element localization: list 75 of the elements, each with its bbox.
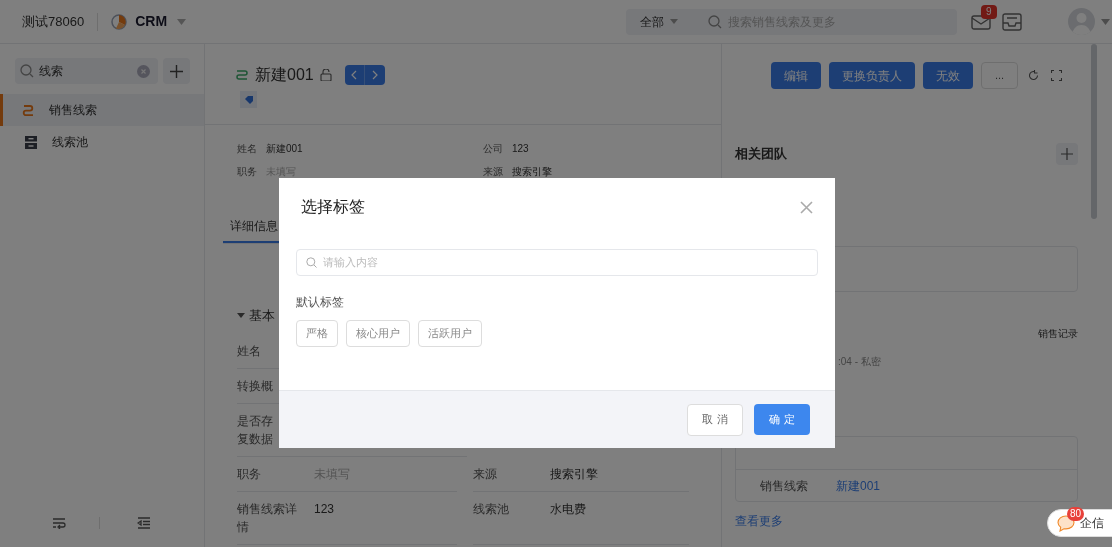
- notification-badge: 9: [981, 4, 997, 19]
- field-value: 123: [314, 500, 335, 518]
- account-name: 测试78060: [22, 12, 85, 31]
- action-button[interactable]: 无效: [923, 62, 973, 89]
- sidebar-item[interactable]: 销售线索: [0, 94, 204, 126]
- clear-icon[interactable]: [137, 64, 150, 78]
- next-button[interactable]: [364, 65, 385, 85]
- section-title: 基本: [249, 307, 275, 325]
- table-cell-text: 销售线索: [760, 477, 809, 495]
- chat-widget[interactable]: 企信 80: [1047, 509, 1112, 537]
- collapse-menu-icon[interactable]: [137, 517, 151, 529]
- field-label: 线索池: [473, 500, 511, 518]
- sidebar-item[interactable]: 线索池: [0, 126, 204, 158]
- field-value: 123: [512, 141, 529, 156]
- sidebar-search-field[interactable]: 线索: [15, 58, 158, 84]
- pie-chart-icon: [111, 13, 128, 30]
- tag-icon: [243, 94, 254, 105]
- record-title: 新建001: [255, 65, 314, 85]
- field-label: 来源: [473, 465, 499, 483]
- inbox-icon[interactable]: [1002, 12, 1023, 31]
- add-button[interactable]: [1056, 143, 1078, 165]
- field-label: 来源: [483, 164, 503, 179]
- field-label: 姓名: [237, 342, 262, 360]
- cancel-button[interactable]: 取 消: [687, 403, 743, 436]
- tag-option[interactable]: 严格: [296, 320, 338, 347]
- refresh-icon[interactable]: [1028, 70, 1039, 81]
- fullscreen-icon[interactable]: [1051, 70, 1062, 81]
- lead-icon: [22, 103, 34, 117]
- tag-option[interactable]: 核心用户: [346, 320, 410, 347]
- field-label: 销售线索详: [237, 500, 298, 518]
- record-link[interactable]: 新建001: [836, 476, 881, 495]
- field-label: 是否存: [237, 412, 274, 430]
- action-button[interactable]: 更换负责人: [829, 62, 915, 89]
- field-value: 新建001: [266, 141, 303, 156]
- field-label: 姓名: [237, 141, 257, 156]
- field-value: 水电费: [550, 500, 587, 518]
- close-icon[interactable]: [800, 200, 813, 214]
- search-icon: [708, 14, 723, 29]
- field-label: 情: [237, 518, 250, 536]
- plus-icon: [170, 64, 183, 78]
- field-label: 转换概: [237, 377, 274, 395]
- caret-icon[interactable]: [177, 18, 187, 25]
- tag-option[interactable]: 活跃用户: [418, 320, 482, 347]
- search-icon: [306, 257, 317, 268]
- panel-title: 相关团队: [735, 145, 787, 164]
- add-button[interactable]: [163, 58, 190, 84]
- field-value: 搜索引擎: [512, 164, 552, 179]
- plus-icon: [1061, 148, 1073, 160]
- field-label: 公司: [483, 141, 503, 156]
- wrap-text-icon[interactable]: [52, 517, 66, 529]
- previous-button[interactable]: [344, 65, 365, 85]
- caret-icon[interactable]: [1101, 18, 1111, 25]
- field-value: 搜索引擎: [550, 465, 599, 483]
- unlock-icon[interactable]: [319, 69, 332, 81]
- app-name[interactable]: CRM: [135, 11, 168, 32]
- tag-button[interactable]: [240, 91, 257, 108]
- confirm-button[interactable]: 确 定: [754, 404, 810, 435]
- caret-icon[interactable]: [670, 19, 679, 24]
- group-label: 默认标签: [296, 294, 344, 311]
- scrollbar[interactable]: [1091, 44, 1097, 219]
- collapse-arrow-icon[interactable]: [237, 312, 245, 319]
- more-button[interactable]: ...: [981, 62, 1018, 89]
- record-tab[interactable]: 销售记录: [1038, 326, 1078, 341]
- search-icon: [20, 64, 34, 78]
- dialog-title: 选择标签: [301, 196, 365, 218]
- field-label: 职务: [237, 465, 262, 483]
- storage-icon: [25, 135, 37, 149]
- view-more-link[interactable]: 查看更多: [735, 514, 783, 528]
- tag-search-field[interactable]: 请输入内容: [296, 249, 818, 276]
- action-button[interactable]: 编辑: [771, 62, 821, 89]
- field-label: 复数据: [237, 430, 274, 448]
- chevron-right-icon: [371, 70, 378, 80]
- lead-icon: [235, 68, 249, 82]
- field-label: 职务: [237, 164, 257, 179]
- chevron-left-icon: [351, 70, 358, 80]
